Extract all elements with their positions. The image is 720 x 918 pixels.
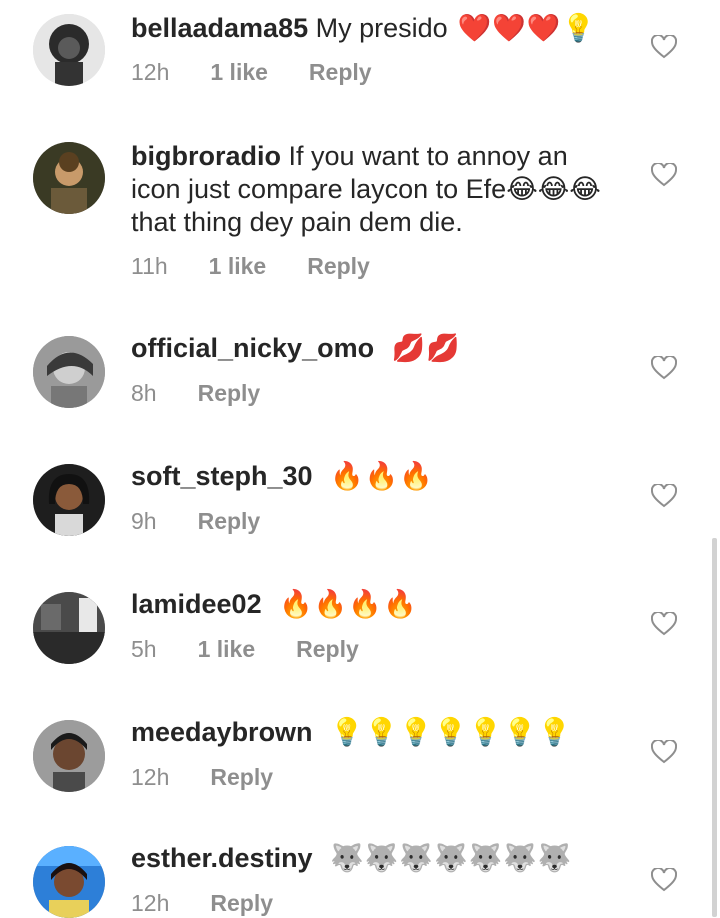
comment-time: 5h <box>131 636 157 662</box>
like-heart-icon[interactable] <box>651 740 677 764</box>
reply-button[interactable]: Reply <box>210 890 273 917</box>
reply-button[interactable]: Reply <box>210 764 273 791</box>
comment-emojis: ❤️❤️❤️💡 <box>457 13 597 43</box>
comment-meta: 12h 1 like Reply <box>131 59 372 86</box>
like-heart-icon[interactable] <box>651 163 677 187</box>
avatar[interactable] <box>33 14 105 86</box>
comment-emojis: 🐺🐺🐺🐺🐺🐺🐺 <box>330 843 573 873</box>
like-heart-icon[interactable] <box>651 484 677 508</box>
comment-text-block: esther.destiny 🐺🐺🐺🐺🐺🐺🐺 <box>131 842 601 875</box>
avatar[interactable] <box>33 464 105 536</box>
comment-text-block: meedaybrown 💡💡💡💡💡💡💡 <box>131 716 601 749</box>
comment-time: 9h <box>131 508 157 534</box>
reply-button[interactable]: Reply <box>198 380 261 407</box>
comment-time: 12h <box>131 59 170 85</box>
comment-time: 11h <box>131 253 168 279</box>
comment-username[interactable]: lamidee02 <box>131 589 262 619</box>
like-heart-icon[interactable] <box>651 35 677 59</box>
comment-meta: 12h Reply <box>131 890 273 917</box>
comment-time: 12h <box>131 764 170 790</box>
avatar[interactable] <box>33 336 105 408</box>
comment-likes[interactable]: 1 like <box>198 636 256 663</box>
comment-meta: 11h 1 like Reply <box>131 253 370 280</box>
comment-text-block: soft_steph_30 🔥🔥🔥 <box>131 460 601 493</box>
comment-username[interactable]: official_nicky_omo <box>131 333 374 363</box>
comment-text-block: bigbroradio If you want to annoy an icon… <box>131 140 601 239</box>
like-heart-icon[interactable] <box>651 356 677 380</box>
comment-time: 8h <box>131 380 157 406</box>
comment-likes[interactable]: 1 like <box>209 253 267 280</box>
comment-likes[interactable]: 1 like <box>210 59 268 86</box>
comment-text-block: official_nicky_omo 💋💋 <box>131 332 601 365</box>
comment-meta: 8h Reply <box>131 380 260 407</box>
reply-button[interactable]: Reply <box>307 253 370 280</box>
comment-username[interactable]: bigbroradio <box>131 141 281 171</box>
comment-emojis: 💋💋 <box>391 333 461 363</box>
comment-text-block: bellaadama85 My presido ❤️❤️❤️💡 <box>131 12 601 45</box>
avatar[interactable] <box>33 720 105 792</box>
comment-meta: 9h Reply <box>131 508 260 535</box>
like-heart-icon[interactable] <box>651 868 677 892</box>
avatar[interactable] <box>33 142 105 214</box>
comment-username[interactable]: bellaadama85 <box>131 13 308 43</box>
comment-emojis: 🔥🔥🔥🔥 <box>279 589 418 619</box>
comments-list: bellaadama85 My presido ❤️❤️❤️💡 12h 1 lik… <box>0 0 720 918</box>
reply-button[interactable]: Reply <box>309 59 372 86</box>
comment-time: 12h <box>131 890 170 916</box>
comment-username[interactable]: meedaybrown <box>131 717 313 747</box>
scrollbar[interactable] <box>712 538 717 917</box>
comment-text-block: lamidee02 🔥🔥🔥🔥 <box>131 588 601 621</box>
like-heart-icon[interactable] <box>651 612 677 636</box>
avatar[interactable] <box>33 592 105 664</box>
comment-emojis: 🔥🔥🔥 <box>330 461 434 491</box>
avatar[interactable] <box>33 846 105 918</box>
comment-meta: 12h Reply <box>131 764 273 791</box>
comment-meta: 5h 1 like Reply <box>131 636 359 663</box>
comment-text: My presido <box>315 13 448 43</box>
comment-emojis: 💡💡💡💡💡💡💡 <box>330 717 573 747</box>
reply-button[interactable]: Reply <box>198 508 261 535</box>
reply-button[interactable]: Reply <box>296 636 359 663</box>
comment-username[interactable]: esther.destiny <box>131 843 313 873</box>
comment-username[interactable]: soft_steph_30 <box>131 461 313 491</box>
